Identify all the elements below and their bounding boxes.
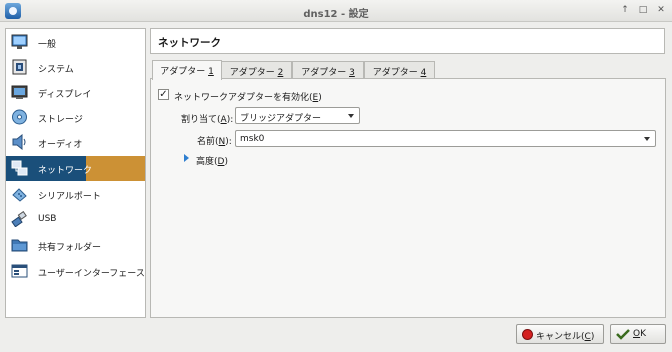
sidebar-item-label: オーディオ [38, 140, 83, 150]
sidebar-item-label: システム [38, 65, 74, 75]
sidebar-item-storage[interactable]: ストレージ [6, 105, 145, 130]
sidebar-item-shared-folders[interactable]: 共有フォルダー [6, 233, 145, 258]
sidebar-item-display[interactable]: ディスプレイ [6, 80, 145, 105]
title-bar: dns12 - 設定 ↑ □ ✕ [0, 0, 672, 22]
display-icon [11, 85, 28, 99]
keep-above-icon[interactable]: ↑ [619, 4, 631, 16]
sidebar-item-serial-ports[interactable]: シリアルポート [6, 182, 145, 207]
settings-category-list: 一般 システム ディスプレイ ストレージ オーディオ ネットワーク シリアルポー… [5, 28, 146, 318]
sidebar-item-general[interactable]: 一般 [6, 30, 145, 55]
tab-adapter-3[interactable]: アダプター 3 [292, 61, 364, 79]
sidebar-item-user-interface[interactable]: ユーザーインターフェース [6, 259, 145, 284]
folder-icon [11, 239, 28, 252]
sidebar-item-label: ストレージ [38, 115, 83, 125]
enable-adapter-label[interactable]: ネットワークアダプターを有効化(E) [174, 90, 322, 103]
chip-icon [12, 59, 27, 75]
sidebar-item-network[interactable]: ネットワーク [6, 156, 145, 181]
ui-icon [11, 264, 28, 278]
chevron-down-icon [644, 137, 650, 141]
tab-adapter-1[interactable]: アダプター 1 [152, 60, 222, 80]
sidebar-item-audio[interactable]: オーディオ [6, 130, 145, 155]
speaker-icon [12, 134, 26, 150]
storage-icon [12, 109, 27, 125]
attached-to-label: 割り当て(A): [181, 115, 234, 125]
page-title-box: ネットワーク [150, 28, 665, 54]
window-title: dns12 - 設定 [303, 9, 369, 20]
sidebar-item-label: ディスプレイ [38, 90, 92, 100]
enable-adapter-checkbox[interactable]: ✓ [158, 89, 169, 100]
attached-to-select[interactable]: ブリッジアダプター [235, 107, 360, 124]
expand-arrow-icon[interactable] [184, 154, 189, 162]
maximize-icon[interactable]: □ [637, 4, 649, 16]
page-title: ネットワーク [158, 37, 221, 49]
adapter-name-select[interactable]: msk0 [235, 130, 656, 147]
cancel-icon [522, 329, 533, 340]
monitor-icon [11, 34, 28, 49]
cancel-button[interactable]: キャンセル(C) [516, 324, 604, 344]
ok-check-icon [616, 329, 630, 340]
serial-port-icon [12, 188, 27, 202]
sidebar-item-label: ネットワーク [38, 166, 93, 176]
tab-adapter-2[interactable]: アダプター 2 [221, 61, 292, 79]
sidebar-item-label: 共有フォルダー [38, 243, 102, 253]
name-label: 名前(N): [197, 137, 232, 147]
network-icon [11, 160, 28, 176]
close-icon[interactable]: ✕ [655, 4, 667, 16]
sidebar-item-label: シリアルポート [38, 192, 101, 202]
usb-icon [11, 211, 27, 227]
sidebar-item-label: ユーザーインターフェース [38, 269, 145, 279]
ok-button[interactable]: OK [610, 324, 666, 344]
sidebar-item-label: 一般 [38, 40, 57, 50]
advanced-toggle[interactable]: 高度(D) [196, 154, 228, 167]
sidebar-item-usb[interactable]: USB [6, 207, 145, 232]
adapter-tabs: アダプター 1 アダプター 2 アダプター 3 アダプター 4 [150, 60, 666, 80]
tab-adapter-4[interactable]: アダプター 4 [364, 61, 435, 79]
chevron-down-icon [348, 114, 354, 118]
sidebar-item-system[interactable]: システム [6, 55, 145, 80]
sidebar-item-label: USB [38, 214, 57, 224]
